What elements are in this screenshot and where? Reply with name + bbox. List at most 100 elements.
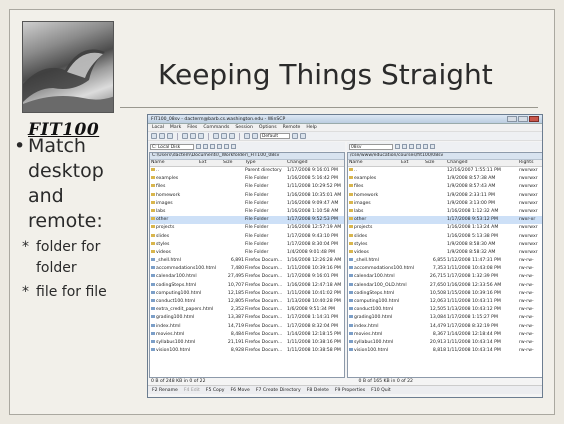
local-col-ext[interactable]: Ext	[198, 160, 222, 166]
remote-file-row[interactable]: accommodations100.html 7,353 1/11/2008 10:…	[348, 265, 542, 273]
local-path[interactable]: C:\Users\dactem\Documents\_Workfolder\_F…	[150, 153, 344, 160]
remote-home-icon[interactable]	[423, 144, 428, 149]
local-back-icon[interactable]	[196, 144, 201, 149]
remote-file-row[interactable]: .. 12/16/2007 1:55:11 PM rwxrwxr	[348, 167, 542, 175]
remote-file-row[interactable]: labs 1/16/2008 1:12:32 AM rwxrwxr	[348, 208, 542, 216]
remote-refresh-icon[interactable]	[430, 144, 435, 149]
local-refresh-icon[interactable]	[231, 144, 236, 149]
local-file-row[interactable]: extra_credit_papers.html 2,352 Firefox Doc…	[150, 306, 344, 314]
preferences-icon[interactable]	[221, 133, 227, 139]
remote-file-row[interactable]: images 1/9/2008 3:13:00 PM rwxrwxr	[348, 200, 542, 208]
sync-icon[interactable]	[167, 133, 173, 139]
remote-file-row[interactable]: conduct100.html 12,505 1/13/2008 10:43:12 …	[348, 306, 542, 314]
session-icon[interactable]	[292, 133, 298, 139]
local-col-changed[interactable]: Changed	[286, 160, 344, 166]
remote-file-row[interactable]: projects 1/16/2008 1:13:24 AM rwxrwxr	[348, 224, 542, 232]
local-col-name[interactable]: Name	[150, 160, 198, 166]
delete-command[interactable]: F8 Delete	[307, 388, 329, 393]
menu-session[interactable]: Session	[235, 125, 253, 130]
menu-remote[interactable]: Remote	[283, 125, 301, 130]
settings-icon[interactable]	[229, 133, 235, 139]
local-file-row[interactable]: other File Folder 1/17/2008 9:52:53 PM	[150, 216, 344, 225]
remote-file-row[interactable]: files 1/9/2008 8:57:43 AM rwxrwxr	[348, 183, 542, 191]
properties-command[interactable]: F9 Properties	[335, 388, 365, 393]
local-file-row[interactable]: syllabus100.html 21,191 Firefox Docum... 1/…	[150, 339, 344, 347]
menu-options[interactable]: Options	[259, 125, 277, 130]
local-file-row[interactable]: movies.html 8,484 Firefox Docum... 1/14/200…	[150, 331, 344, 339]
local-file-row[interactable]: accommodations100.html 7,480 Firefox Docum…	[150, 265, 344, 273]
compare-icon[interactable]	[182, 133, 188, 139]
menu-help[interactable]: Help	[306, 125, 316, 130]
binary-icon[interactable]	[252, 133, 258, 139]
remote-file-row[interactable]: videos 1/9/2008 8:58:32 AM rwxrwxr	[348, 249, 542, 257]
remote-file-row[interactable]: homework 1/9/2008 2:33:11 PM rwxrwxr	[348, 192, 542, 200]
local-parent-icon[interactable]	[210, 144, 215, 149]
local-file-row[interactable]: examples File Folder 1/16/2008 5:16:42 PM	[150, 175, 344, 183]
remote-file-row[interactable]: slides 1/16/2008 5:13:38 PM rwxrwxr	[348, 233, 542, 241]
transfer-icon[interactable]	[244, 133, 250, 139]
back-icon[interactable]	[151, 133, 157, 139]
local-file-row[interactable]: vision100.html 8,928 Firefox Docum... 1/11/…	[150, 347, 344, 355]
local-col-type[interactable]: Type	[244, 160, 286, 166]
create-directory-command[interactable]: F7 Create Directory	[256, 388, 301, 393]
minimize-button[interactable]	[507, 116, 517, 122]
local-file-row[interactable]: _shell.html 6,891 Firefox Docum... 1/16/200…	[150, 257, 344, 265]
local-forward-icon[interactable]	[203, 144, 208, 149]
remote-file-row[interactable]: examples 1/9/2008 8:57:38 AM rwxrwxr	[348, 175, 542, 183]
remote-file-row[interactable]: other 1/17/2008 9:53:12 PM rwxr-xr	[348, 216, 542, 225]
move-command[interactable]: F6 Move	[230, 388, 249, 393]
close-button[interactable]	[529, 116, 539, 122]
remote-col-name[interactable]: Name	[348, 160, 400, 166]
local-file-row[interactable]: codingSteps.html 10,707 Firefox Docum... 1/…	[150, 282, 344, 290]
local-col-size[interactable]: Size	[222, 160, 244, 166]
remote-col-size[interactable]: Size	[424, 160, 446, 166]
remote-root-icon[interactable]	[416, 144, 421, 149]
remote-file-row[interactable]: styles 1/9/2008 8:58:30 AM rwxrwxr	[348, 241, 542, 249]
local-home-icon[interactable]	[224, 144, 229, 149]
remote-col-rights[interactable]: Rights	[518, 160, 542, 166]
remote-file-row[interactable]: _shell.html 6,855 1/12/2008 11:47:31 PM rw-…	[348, 257, 542, 265]
local-file-row[interactable]: projects File Folder 1/16/2008 12:57:19 AM	[150, 224, 344, 232]
window-titlebar[interactable]: FIT100_08sv - dacterm@barb.cs.washington…	[148, 115, 542, 124]
local-file-row[interactable]: conduct100.html 12,805 Firefox Docum... 1/1…	[150, 298, 344, 306]
remote-forward-icon[interactable]	[402, 144, 407, 149]
local-file-row[interactable]: computing100.html 12,185 Firefox Docum... 1…	[150, 290, 344, 298]
rename-command[interactable]: F2 Rename	[152, 388, 178, 393]
local-file-row[interactable]: videos File Folder 1/4/2008 9:01:48 PM	[150, 249, 344, 257]
remote-file-row[interactable]: grading100.html 13,084 1/17/2008 1:15:27 P…	[348, 314, 542, 322]
local-file-row[interactable]: grading100.html 13,387 Firefox Docum... 1/1…	[150, 314, 344, 322]
terminal-icon[interactable]	[213, 133, 219, 139]
remote-file-row[interactable]: codingSteps.html 10,508 1/15/2008 10:39:16…	[348, 290, 542, 298]
remote-file-row[interactable]: vision100.html 8,818 1/11/2008 10:43:14 PM…	[348, 347, 542, 355]
local-root-icon[interactable]	[217, 144, 222, 149]
local-file-row[interactable]: images File Folder 1/16/2008 9:09:47 AM	[150, 200, 344, 208]
local-file-row[interactable]: index.html 14,719 Firefox Docum... 1/17/200…	[150, 323, 344, 331]
remote-back-icon[interactable]	[395, 144, 400, 149]
remote-file-row[interactable]: computing100.html 12,063 1/11/2008 10:43:1…	[348, 298, 542, 306]
remote-file-row[interactable]: index.html 14,479 1/17/2008 8:32:19 PM rw-r…	[348, 323, 542, 331]
menu-files[interactable]: Files	[187, 125, 197, 130]
maximize-button[interactable]	[518, 116, 528, 122]
local-file-row[interactable]: calendar100.html 27,495 Firefox Docum... 1/…	[150, 273, 344, 281]
remote-file-row[interactable]: calendar100_OLD.html 27,650 1/16/2008 12:3…	[348, 282, 542, 290]
local-drive-select[interactable]: C: Local Disk	[150, 143, 194, 150]
forward-icon[interactable]	[159, 133, 165, 139]
menu-mark[interactable]: Mark	[170, 125, 181, 130]
queue-icon[interactable]	[198, 133, 204, 139]
remote-parent-icon[interactable]	[409, 144, 414, 149]
new-session-icon[interactable]	[300, 133, 306, 139]
remote-col-changed[interactable]: Changed	[446, 160, 518, 166]
quit-command[interactable]: F10 Quit	[371, 388, 391, 393]
transfer-settings-select[interactable]: Default	[260, 133, 290, 139]
remote-dir-select[interactable]: 08sv	[349, 143, 393, 150]
menu-local[interactable]: Local	[152, 125, 164, 130]
find-icon[interactable]	[190, 133, 196, 139]
local-file-row[interactable]: files File Folder 1/11/2008 10:29:52 PM	[150, 183, 344, 191]
remote-file-row[interactable]: calendar100.html 26,715 1/17/2008 1:32:39 …	[348, 273, 542, 281]
remote-file-row[interactable]: syllabus100.html 20,913 1/11/2008 10:43:14…	[348, 339, 542, 347]
local-file-row[interactable]: homework File Folder 1/16/2008 10:35:01 AM	[150, 192, 344, 200]
copy-command[interactable]: F5 Copy	[206, 388, 225, 393]
remote-path[interactable]: /cse/www/education/courses/fit100/08sv	[348, 153, 542, 160]
remote-col-ext[interactable]: Ext	[400, 160, 424, 166]
local-file-row[interactable]: styles File Folder 1/17/2008 8:30:04 PM	[150, 241, 344, 249]
